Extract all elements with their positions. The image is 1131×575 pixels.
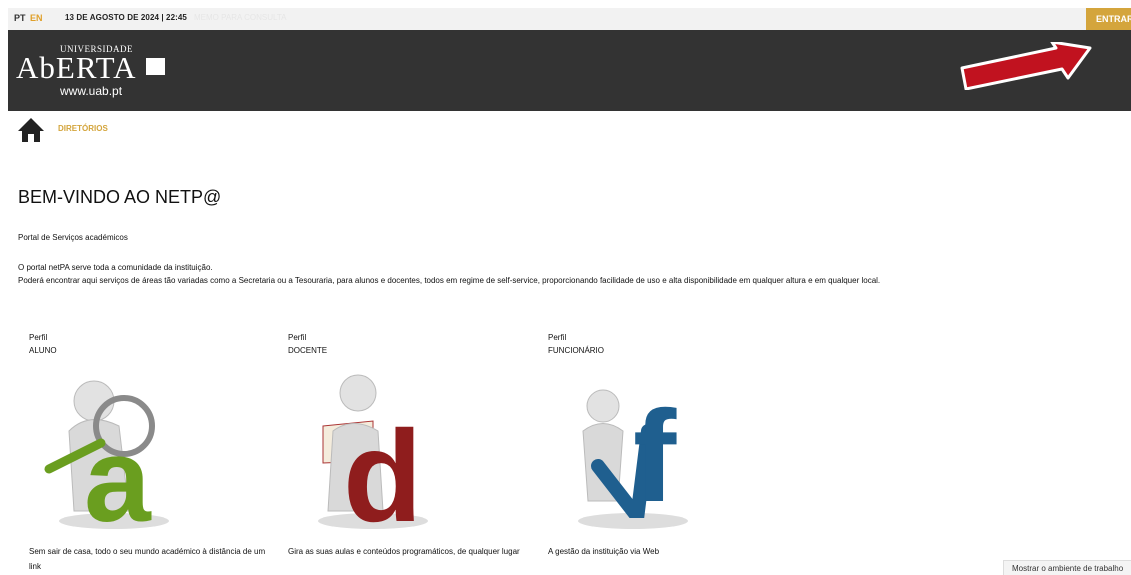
profile-label: Perfil xyxy=(288,333,307,342)
page-subtitle: Portal de Serviços académicos xyxy=(18,233,128,242)
profile-label: Perfil xyxy=(548,333,567,342)
description-line-2: Poderá encontrar aqui serviços de áreas … xyxy=(18,276,881,285)
language-switcher: PT EN xyxy=(14,13,43,23)
show-desktop-tooltip: Mostrar o ambiente de trabalho xyxy=(1003,560,1131,575)
site-header: UNIVERSIDADE AbERTA www.uab.pt xyxy=(8,30,1131,111)
lang-en-link[interactable]: EN xyxy=(30,13,43,23)
red-arrow-icon xyxy=(960,42,1092,90)
profile-description: Sem sair de casa, todo o seu mundo acadé… xyxy=(29,547,266,571)
profile-name[interactable]: DOCENTE xyxy=(288,344,533,357)
funcionario-letter: f xyxy=(633,383,677,529)
breadcrumb-diretorios[interactable]: DIRETÓRIOS xyxy=(58,124,108,133)
top-bar: PT EN 13 DE AGOSTO DE 2024 | 22:45 MEMO … xyxy=(8,8,1131,30)
aluno-letter: a xyxy=(84,413,152,531)
page-title: BEM-VINDO AO NETP@ xyxy=(18,187,222,207)
profile-card-funcionario[interactable]: Perfil FUNCIONÁRIO f A gestão da institu… xyxy=(548,331,793,556)
aluno-magnifier-figure-icon[interactable]: a xyxy=(39,371,189,531)
profile-card-docente[interactable]: Perfil DOCENTE d Gira as suas aulas e co… xyxy=(288,331,533,556)
profile-card-aluno[interactable]: Perfil ALUNO a Sem sair de casa, todo o … xyxy=(29,331,274,571)
date-time: 13 DE AGOSTO DE 2024 | 22:45 xyxy=(65,13,187,22)
description-line-1: O portal netPA serve toda a comunidade d… xyxy=(18,263,213,272)
profile-description: A gestão da instituição via Web xyxy=(548,547,660,556)
docente-book-figure-icon[interactable]: d xyxy=(298,371,448,531)
profile-name[interactable]: ALUNO xyxy=(29,344,274,357)
home-icon[interactable] xyxy=(18,117,44,143)
docente-letter: d xyxy=(343,403,422,531)
logo-url: www.uab.pt xyxy=(60,84,123,98)
profile-label: Perfil xyxy=(29,333,48,342)
profile-name[interactable]: FUNCIONÁRIO xyxy=(548,344,793,357)
logo-main-text: AbERTA xyxy=(16,50,137,85)
faded-text: MEMO PARA CONSULTA xyxy=(194,13,287,22)
logo-square-icon xyxy=(146,58,165,75)
lang-pt-link[interactable]: PT xyxy=(14,13,26,23)
funcionario-checkmark-figure-icon[interactable]: f xyxy=(558,371,708,531)
profile-description: Gira as suas aulas e conteúdos programát… xyxy=(288,547,520,556)
login-button[interactable]: ENTRAR xyxy=(1086,8,1131,30)
